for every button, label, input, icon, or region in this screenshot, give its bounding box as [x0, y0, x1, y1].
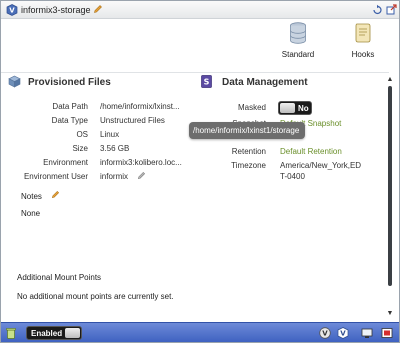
monitor-icon[interactable] — [361, 327, 373, 339]
card-header: V informix3-storage — [1, 1, 399, 19]
size-value: 3.56 GB — [100, 144, 130, 153]
environment-value[interactable]: informix3:kolibero.loc... — [100, 158, 182, 168]
trash-icon[interactable] — [6, 327, 16, 339]
vertical-scrollbar[interactable]: ▲ ▼ — [385, 74, 395, 320]
masked-label: Masked — [237, 103, 266, 112]
os-value: Linux — [100, 130, 120, 139]
data-path-tooltip: /home/informix/lxinst1/storage — [189, 122, 305, 139]
refresh-icon[interactable] — [372, 4, 383, 15]
environment-user-value: informix — [100, 172, 129, 181]
provisioned-files-title: Provisioned Files — [28, 77, 111, 88]
svg-text:V: V — [340, 330, 346, 338]
scroll-icon — [355, 23, 371, 43]
mount-points-label: Additional Mount Points — [17, 273, 102, 282]
cube-icon — [8, 75, 21, 88]
timezone-label: Timezone — [231, 161, 266, 170]
pencil-icon[interactable] — [93, 4, 103, 14]
data-type-label: Data Type — [51, 116, 88, 125]
scroll-down-icon[interactable]: ▼ — [386, 310, 394, 318]
notes-value: None — [21, 209, 41, 218]
timezone-value-line2: T-0400 — [280, 172, 305, 181]
os-label: OS — [76, 130, 88, 139]
masked-toggle[interactable]: No — [278, 101, 312, 115]
scroll-thumb[interactable] — [388, 86, 392, 286]
divider — [1, 72, 389, 73]
policy-icon: S — [201, 75, 212, 88]
scroll-up-icon[interactable]: ▲ — [386, 76, 394, 84]
card-footer: Enabled V V — [1, 322, 399, 342]
retention-value[interactable]: Default Retention — [280, 147, 342, 157]
tab-standard-label: Standard — [281, 50, 315, 59]
export-icon[interactable] — [386, 4, 397, 15]
tab-hooks-label: Hooks — [351, 50, 375, 59]
notes-label: Notes — [21, 192, 42, 201]
enabled-toggle-label: Enabled — [31, 329, 63, 338]
svg-text:V: V — [322, 330, 328, 338]
vdb-title: informix3-storage — [21, 5, 91, 15]
vdb-action-icon[interactable]: V — [337, 327, 349, 339]
retention-label: Retention — [231, 147, 266, 156]
toggle-knob — [280, 103, 295, 113]
environment-user-label: Environment User — [23, 172, 88, 181]
data-path-value[interactable]: /home/informix/lxinst... — [100, 102, 180, 112]
data-path-label: Data Path — [52, 102, 88, 111]
snapshot-action-icon[interactable]: V — [319, 327, 331, 339]
toggle-knob — [65, 328, 80, 338]
data-type-value: Unstructured Files — [100, 116, 165, 125]
size-label: Size — [72, 144, 88, 153]
svg-text:S: S — [204, 78, 210, 87]
timezone-value-line1: America/New_York,ED — [280, 161, 362, 170]
environment-label: Environment — [43, 158, 88, 167]
database-icon — [290, 22, 306, 44]
vdisk-logo-icon: V — [6, 4, 18, 16]
stop-icon[interactable] — [381, 327, 393, 339]
tab-standard[interactable]: Standard — [276, 22, 320, 59]
enabled-toggle[interactable]: Enabled — [26, 326, 82, 340]
svg-text:V: V — [9, 7, 15, 15]
mount-points-value: No additional mount points are currently… — [17, 292, 174, 301]
edit-user-pencil-icon[interactable] — [137, 171, 146, 180]
data-management-title: Data Management — [222, 77, 308, 88]
masked-toggle-label: No — [298, 104, 309, 113]
edit-notes-pencil-icon[interactable] — [51, 190, 60, 199]
tab-hooks[interactable]: Hooks — [343, 22, 383, 59]
